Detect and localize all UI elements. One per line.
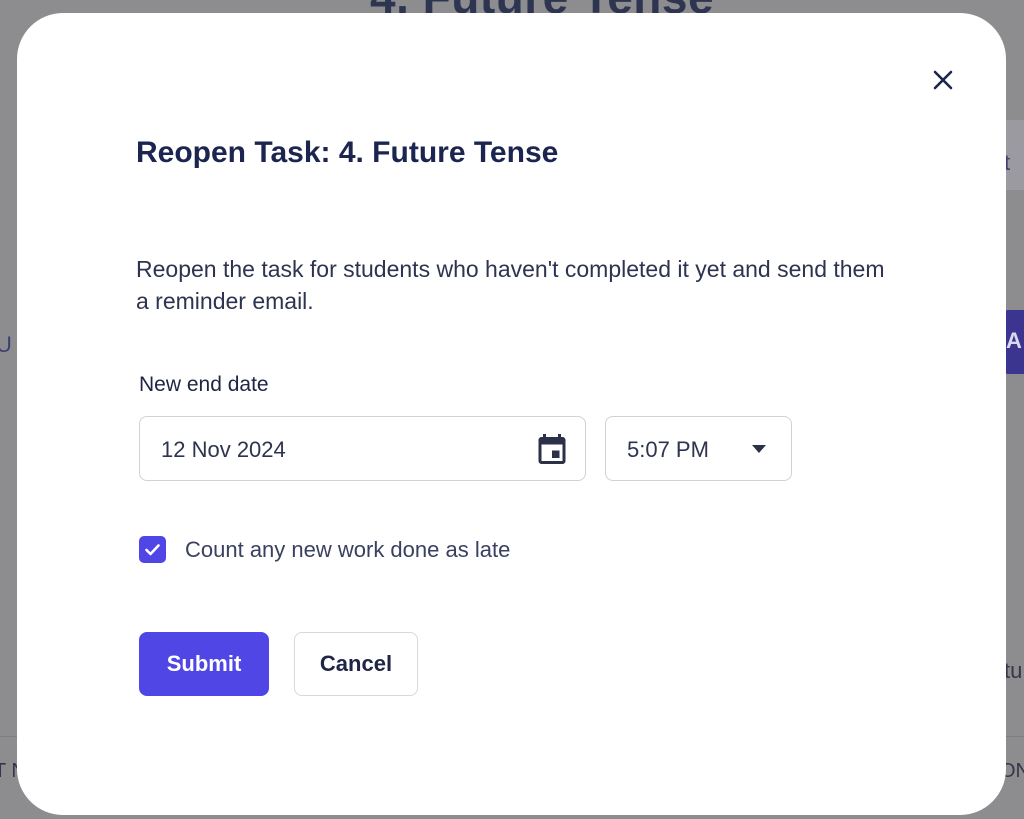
background-right-text-2: tu xyxy=(1004,658,1023,683)
late-work-checkbox-label[interactable]: Count any new work done as late xyxy=(185,537,510,563)
modal-title: Reopen Task: 4. Future Tense xyxy=(136,136,559,169)
caret-down-icon xyxy=(752,445,766,453)
close-icon xyxy=(933,70,953,90)
late-work-checkbox[interactable] xyxy=(139,536,166,563)
background-right-button: A xyxy=(1004,310,1024,374)
calendar-icon[interactable] xyxy=(534,431,570,467)
end-date-label: New end date xyxy=(139,373,269,396)
background-left-text: U xyxy=(0,332,12,357)
checkmark-icon xyxy=(145,543,160,555)
modal-description: Reopen the task for students who haven't… xyxy=(136,256,885,314)
submit-button[interactable]: Submit xyxy=(139,632,269,696)
cancel-button[interactable]: Cancel xyxy=(294,632,418,696)
end-date-value: 12 Nov 2024 xyxy=(161,437,286,462)
close-button[interactable] xyxy=(927,64,959,96)
end-time-value: 5:07 PM xyxy=(627,437,709,462)
reopen-task-modal: Reopen Task: 4. Future Tense Reopen the … xyxy=(17,13,1006,815)
end-date-input[interactable]: 12 Nov 2024 xyxy=(139,416,586,481)
end-time-select[interactable]: 5:07 PM xyxy=(605,416,792,481)
